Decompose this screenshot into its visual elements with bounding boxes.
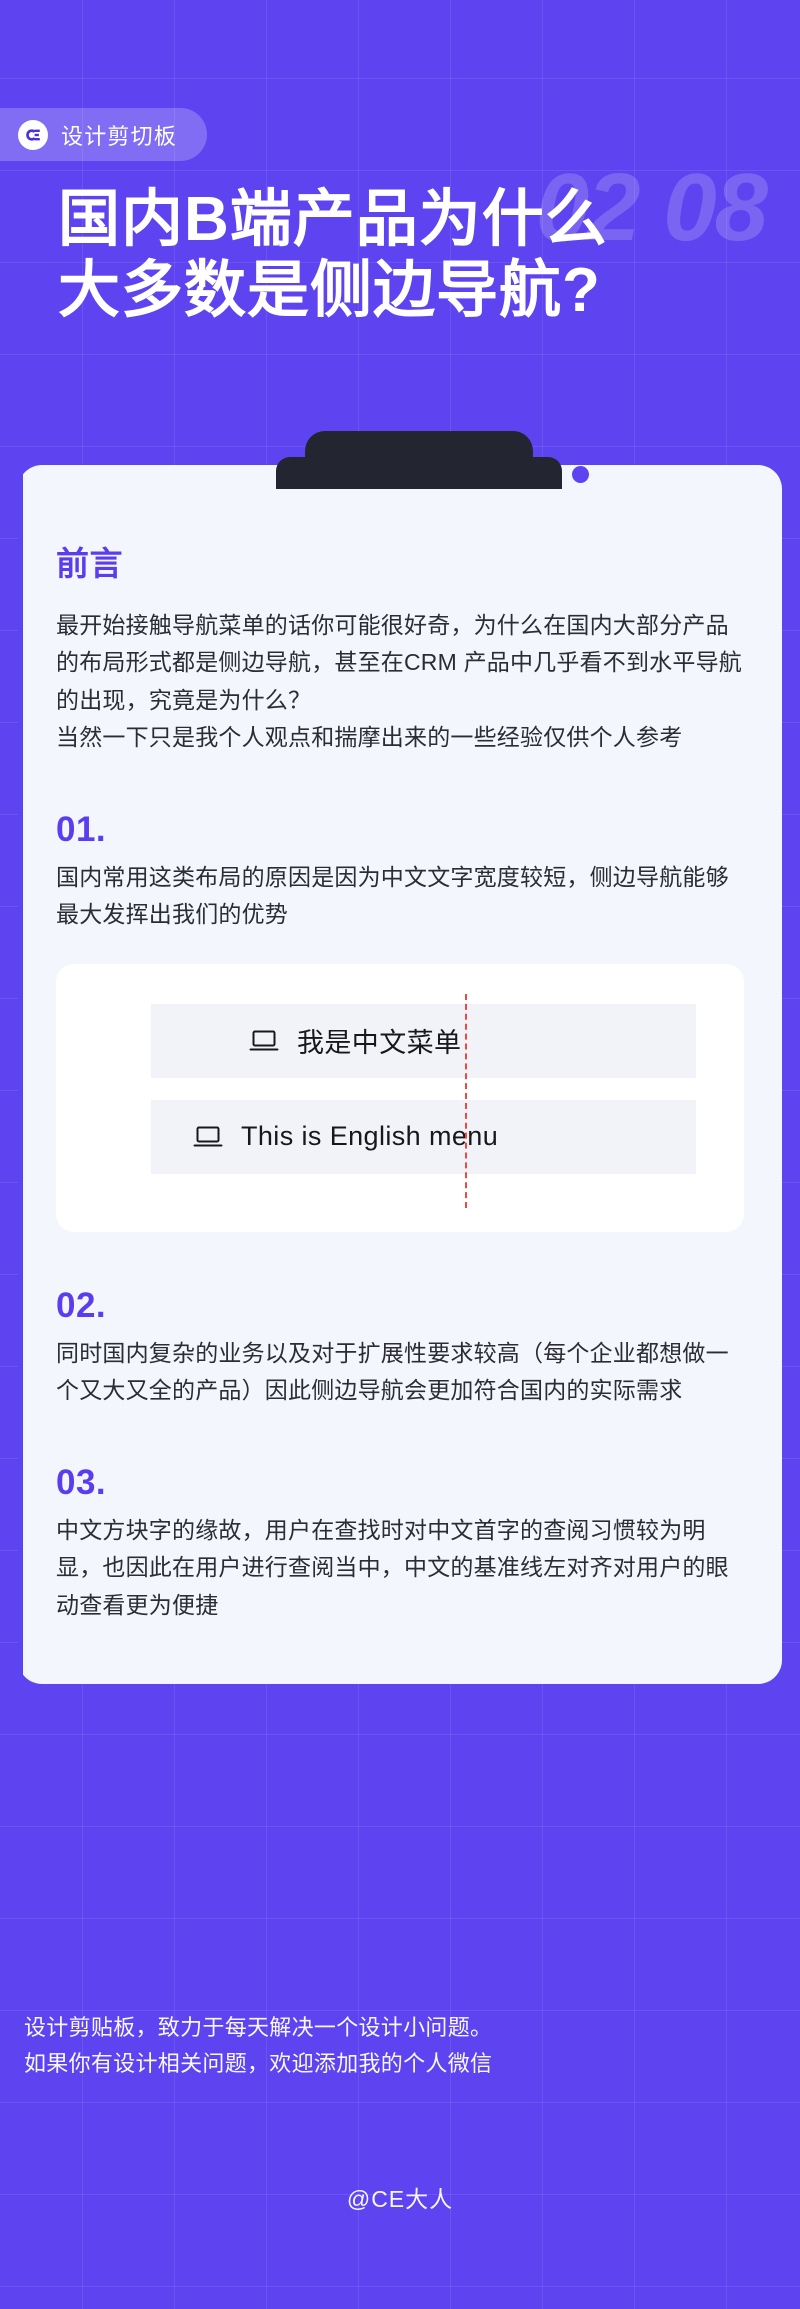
laptop-icon xyxy=(249,1029,279,1053)
section-02-number: 02. xyxy=(56,1286,744,1326)
footer-description: 设计剪贴板，致力于每天解决一个设计小问题。 如果你有设计相关问题，欢迎添加我的个… xyxy=(24,2010,724,2083)
section-03: 03. 中文方块字的缘故，用户在查找时对中文首字的查阅习惯较为明显，也因此在用户… xyxy=(56,1463,744,1624)
section-01-body: 国内常用这类布局的原因是因为中文文字宽度较短，侧边导航能够最大发挥出我们的优势 xyxy=(56,859,744,934)
front-camera-icon xyxy=(572,466,589,483)
intro-body: 最开始接触导航菜单的话你可能很好奇，为什么在国内大部分产品的布局形式都是侧边导航… xyxy=(56,607,744,756)
brand-badge[interactable]: 设计剪切板 xyxy=(0,108,207,161)
spacer xyxy=(56,756,744,810)
section-03-number: 03. xyxy=(56,1463,744,1503)
section-02-body: 同时国内复杂的业务以及对于扩展性要求较高（每个企业都想做一个又大又全的产品）因此… xyxy=(56,1335,744,1410)
hero-title-line-2: 大多数是侧边导航? xyxy=(0,256,800,327)
menu-width-demo: 我是中文菜单 This is English menu xyxy=(56,964,744,1232)
demo-row-chinese-menu[interactable]: 我是中文菜单 xyxy=(151,1004,696,1078)
section-01-number: 01. xyxy=(56,810,744,850)
brand-badge-label: 设计剪切板 xyxy=(61,119,177,151)
content-card: 前言 最开始接触导航菜单的话你可能很好奇，为什么在国内大部分产品的布局形式都是侧… xyxy=(18,465,782,1684)
footer-handle: @CE大人 xyxy=(0,2180,800,2214)
demo-chinese-label: 我是中文菜单 xyxy=(297,1021,461,1060)
spacer xyxy=(56,1409,744,1463)
section-01: 01. 国内常用这类布局的原因是因为中文文字宽度较短，侧边导航能够最大发挥出我们… xyxy=(56,810,744,934)
phone-notch xyxy=(0,419,800,489)
notch-top xyxy=(305,431,533,489)
hero-title-line-1: 国内B端产品为什么 xyxy=(0,185,800,256)
demo-english-label: This is English menu xyxy=(241,1121,498,1152)
demo-row-english-menu[interactable]: This is English menu xyxy=(151,1100,696,1174)
footer: 设计剪贴板，致力于每天解决一个设计小问题。 如果你有设计相关问题，欢迎添加我的个… xyxy=(24,2010,724,2083)
section-02: 02. 同时国内复杂的业务以及对于扩展性要求较高（每个企业都想做一个又大又全的产… xyxy=(56,1286,744,1410)
section-03-body: 中文方块字的缘故，用户在查找时对中文首字的查阅习惯较为明显，也因此在用户进行查阅… xyxy=(56,1512,744,1624)
intro-heading: 前言 xyxy=(56,537,744,585)
hero-header: 02 08 国内B端产品为什么 大多数是侧边导航? xyxy=(0,185,800,326)
section-intro: 前言 最开始接触导航菜单的话你可能很好奇，为什么在国内大部分产品的布局形式都是侧… xyxy=(56,537,744,756)
ce-monogram-icon xyxy=(18,120,48,150)
spacer xyxy=(56,1232,744,1286)
laptop-icon xyxy=(193,1125,223,1149)
alignment-guide-line xyxy=(465,994,467,1208)
